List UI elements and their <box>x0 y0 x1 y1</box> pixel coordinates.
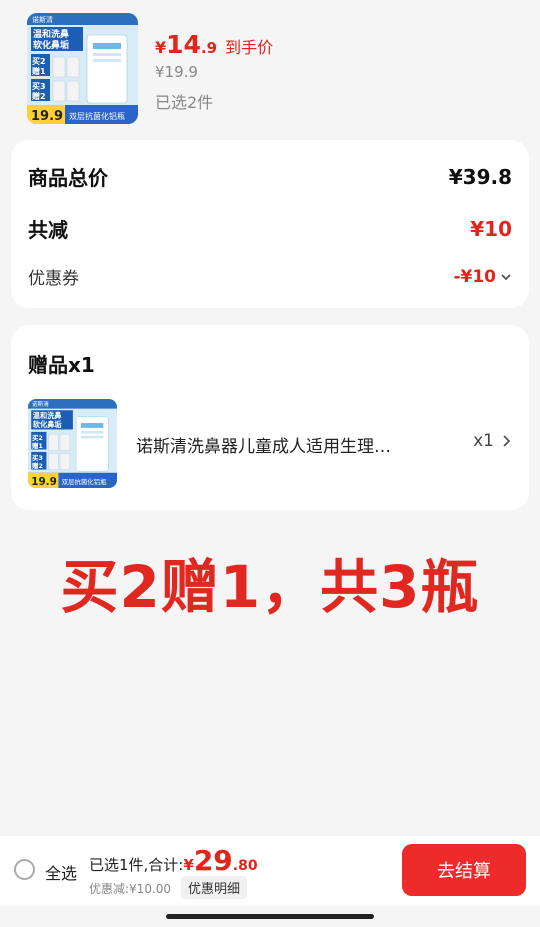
gift-thumbnail[interactable]: 诺斯清 温和洗鼻 软化鼻垢 买2 赠1 买3 赠2 19.9 双层抗菌化铝瓶 <box>28 399 117 488</box>
thumb-price-badge: 19.9 <box>31 109 63 124</box>
price-tag: 到手价 <box>225 38 274 57</box>
price-integer: 14 <box>166 30 201 59</box>
total-price: 已选1件,合计: ¥ 29 .80 <box>89 844 258 877</box>
thumb-offer-1-top: 买2 <box>32 57 46 66</box>
select-all-radio[interactable] <box>14 859 35 880</box>
promo-text: 买2赠1，共3瓶 <box>60 553 480 621</box>
gift-card: 赠品x1 诺斯清 温和洗鼻 软化鼻垢 买2 赠1 买3 赠2 19.9 双层抗菌… <box>11 325 529 510</box>
goods-total-value: ¥39.8 <box>448 164 512 189</box>
reduction-value: ¥10 <box>470 216 512 241</box>
gift-thumb-offer-2-bottom: 赠2 <box>32 461 43 470</box>
price-summary-card: 商品总价 ¥39.8 共减 ¥10 优惠券 -¥10 <box>11 140 529 308</box>
coupon-value: -¥10 <box>453 266 496 287</box>
product-thumbnail[interactable]: 诺斯清 温和洗鼻 软化鼻垢 买2 赠1 买3 赠2 19.9 双层抗菌化铝瓶 <box>27 13 138 124</box>
coupon-row[interactable]: 优惠券 -¥10 <box>28 264 512 289</box>
gift-thumb-price-badge: 19.9 <box>31 476 57 488</box>
thumb-headline-2: 软化鼻垢 <box>33 39 69 51</box>
discount-text: 优惠减:¥10.00 <box>89 882 172 896</box>
total-decimal: .80 <box>232 858 258 874</box>
coupon-label: 优惠券 <box>28 269 79 289</box>
gift-thumb-offer-1-top: 买2 <box>32 434 43 442</box>
original-price: ¥19.9 <box>155 63 198 81</box>
gift-thumb-footer: 双层抗菌化铝瓶 <box>62 477 107 486</box>
checkout-button[interactable]: 去结算 <box>402 844 526 896</box>
thumb-brand: 诺斯清 <box>32 15 53 24</box>
gift-thumb-offer-1-bottom: 赠1 <box>32 441 43 450</box>
gift-quantity[interactable]: x1 <box>473 431 511 451</box>
thumb-offer-2-top: 买3 <box>32 82 46 91</box>
gift-qty-value: x1 <box>473 431 494 451</box>
gift-thumb-offer-2-top: 买3 <box>32 454 43 462</box>
thumb-headline-1: 温和洗鼻 <box>33 28 69 40</box>
total-currency: ¥ <box>183 856 194 874</box>
order-confirm-page: 诺斯清 温和洗鼻 软化鼻垢 买2 赠1 买3 赠2 19.9 双层抗菌化铝瓶 ¥… <box>0 0 540 927</box>
goods-total-row: 商品总价 ¥39.8 <box>28 162 512 191</box>
chevron-right-icon <box>503 435 511 447</box>
gift-name[interactable]: 诺斯清洗鼻器儿童成人适用生理… <box>136 432 436 457</box>
gift-thumb-headline-2: 软化鼻垢 <box>33 420 63 429</box>
total-integer: 29 <box>193 844 233 877</box>
reduction-label: 共减 <box>28 218 68 242</box>
home-indicator[interactable] <box>166 914 374 919</box>
thumb-offer-2-bottom: 赠2 <box>32 91 46 101</box>
discount-detail-button[interactable]: 优惠明细 <box>181 876 248 899</box>
chevron-down-icon <box>501 273 511 280</box>
coupon-value-wrap[interactable]: -¥10 <box>453 267 512 287</box>
final-price: ¥ 14 .9 到手价 <box>155 30 273 60</box>
thumb-offer-1-bottom: 赠1 <box>32 66 46 76</box>
product-image: 诺斯清 温和洗鼻 软化鼻垢 买2 赠1 买3 赠2 19.9 双层抗菌化铝瓶 <box>27 13 138 124</box>
price-decimal: .9 <box>200 39 218 57</box>
selected-count: 已选2件 <box>155 93 214 112</box>
total-prefix: 已选1件,合计: <box>89 856 184 874</box>
gift-image: 诺斯清 温和洗鼻 软化鼻垢 买2 赠1 买3 赠2 19.9 双层抗菌化铝瓶 <box>28 399 117 488</box>
gift-title: 赠品x1 <box>28 353 95 377</box>
thumb-footer: 双层抗菌化铝瓶 <box>69 111 125 121</box>
checkout-bar: 全选 已选1件,合计: ¥ 29 .80 优惠减:¥10.00 优惠明细 去结算 <box>0 836 540 906</box>
select-all-label[interactable]: 全选 <box>45 860 77 884</box>
gift-thumb-headline-1: 温和洗鼻 <box>32 411 62 420</box>
goods-total-label: 商品总价 <box>28 166 108 190</box>
reduction-row: 共减 ¥10 <box>28 214 512 243</box>
price-currency: ¥ <box>155 38 167 57</box>
product-summary: 诺斯清 温和洗鼻 软化鼻垢 买2 赠1 买3 赠2 19.9 双层抗菌化铝瓶 ¥… <box>0 0 540 130</box>
